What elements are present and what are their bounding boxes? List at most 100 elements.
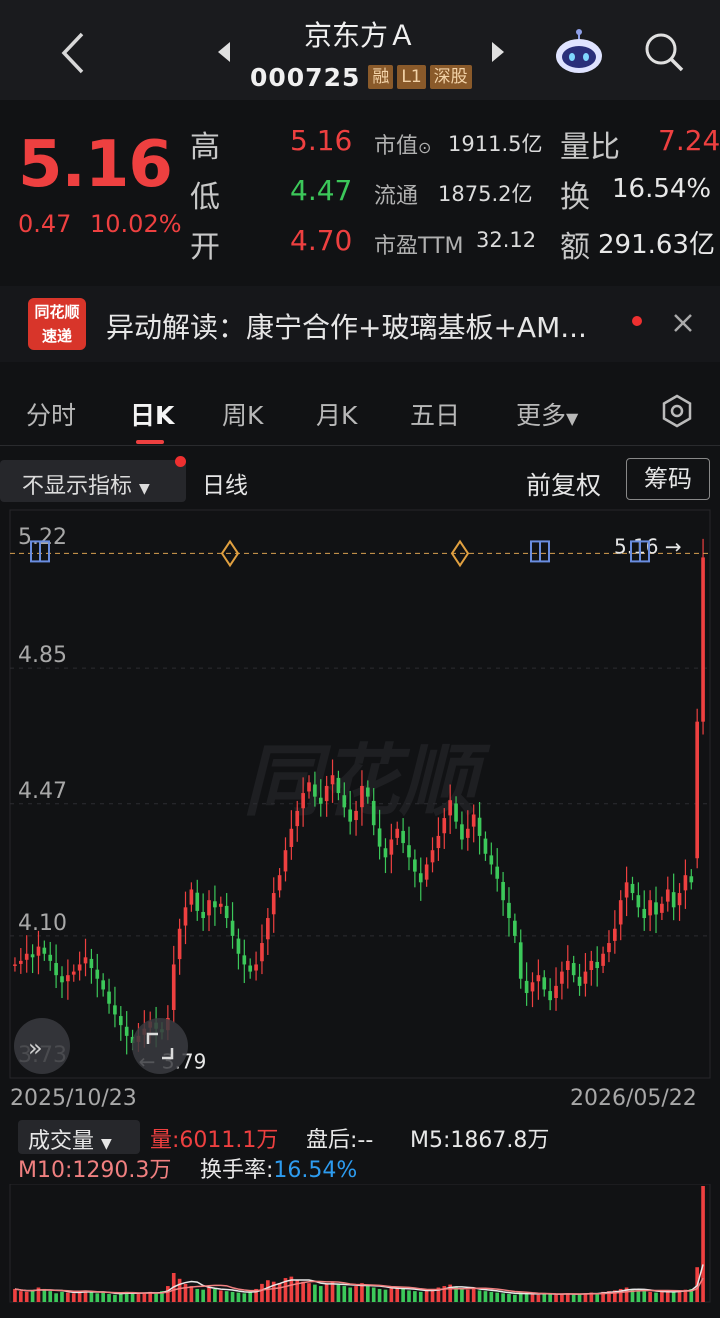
tab-daily-k[interactable]: 日K: [130, 396, 174, 432]
indicator-dropdown[interactable]: 不显示指标 ▼: [0, 460, 186, 502]
high-label: 高: [190, 130, 220, 165]
next-stock-icon[interactable]: [488, 40, 508, 64]
candle-body: [307, 782, 311, 792]
candle-body: [530, 982, 535, 992]
candle-body: [642, 908, 647, 919]
open-label: 开: [190, 230, 220, 265]
volume-bar: [654, 1292, 658, 1302]
volume-bar: [266, 1280, 270, 1302]
candle-body: [283, 850, 288, 872]
candle-body: [36, 946, 41, 956]
volume-value: 量:6011.1万: [150, 1122, 278, 1154]
adjust-button[interactable]: 前复权: [526, 466, 601, 502]
candle-body: [30, 954, 35, 958]
volume-bar: [418, 1291, 423, 1302]
volume-bar: [248, 1291, 253, 1302]
tab-five-day[interactable]: 五日: [410, 396, 460, 432]
tab-more-label: 更多: [516, 401, 567, 430]
candle-body: [701, 557, 705, 722]
last-price: 5.16: [18, 128, 173, 202]
watermark: 同花顺: [243, 737, 491, 827]
candle-body: [42, 947, 47, 954]
candle-body: [101, 980, 105, 990]
volume-bar: [30, 1290, 35, 1302]
volume-bar: [242, 1293, 247, 1302]
volume-value-label: 量:: [150, 1128, 180, 1153]
volume-bar: [377, 1288, 382, 1302]
volume-bar: [60, 1291, 64, 1302]
market-cap-label: 市值⊙: [374, 128, 431, 160]
after-hours: 盘后:--: [306, 1128, 374, 1153]
candle-body: [230, 920, 235, 936]
chips-button[interactable]: 筹码: [626, 458, 710, 500]
caret-down-icon: ▼: [101, 1136, 112, 1152]
candle-body: [189, 889, 194, 905]
candle-body: [495, 866, 500, 879]
pe-value: 32.12: [476, 228, 537, 252]
volume-dropdown[interactable]: 成交量 ▼: [18, 1120, 140, 1154]
candle-body: [648, 900, 652, 916]
volume-bar: [230, 1291, 235, 1302]
candle-body: [224, 905, 229, 919]
volume-bar: [424, 1290, 429, 1302]
volume-bar: [536, 1294, 541, 1302]
candle-body: [71, 971, 76, 975]
volume-bar: [195, 1288, 200, 1302]
volume-bar: [648, 1291, 652, 1302]
volume-bar: [107, 1294, 111, 1302]
turnover-label: 换: [560, 180, 590, 215]
candle-body: [413, 859, 417, 872]
candle-body: [354, 810, 358, 821]
back-arrow-icon[interactable]: [52, 28, 96, 78]
candle-body: [407, 845, 411, 858]
volume-bar: [277, 1283, 282, 1302]
period-label: 日线: [202, 473, 248, 499]
prev-stock-icon[interactable]: [214, 40, 234, 64]
assistant-robot-icon[interactable]: [552, 26, 606, 76]
volume-bar: [595, 1293, 600, 1302]
volume-dropdown-label: 成交量: [28, 1129, 95, 1154]
volume-bar: [342, 1286, 347, 1302]
tag-margin: 融: [368, 65, 394, 89]
candle-body: [654, 902, 658, 915]
stock-name: 京东方Ａ: [303, 19, 416, 52]
search-icon[interactable]: [642, 30, 686, 74]
tab-more[interactable]: 更多▼: [516, 396, 578, 432]
volume-bar: [560, 1294, 564, 1302]
volume-bar: [301, 1281, 305, 1302]
candle-body: [430, 850, 435, 863]
candle-body: [401, 830, 405, 844]
volume-bar: [701, 1186, 705, 1302]
candle-body: [242, 955, 247, 965]
candle-body: [289, 828, 294, 847]
kline-chart[interactable]: 同花顺5.224.854.474.103.735.16 →← 3.79»: [0, 508, 720, 1083]
turnover-rate-number: 16.54%: [273, 1158, 358, 1183]
candle-body: [454, 803, 458, 822]
ma10-line: [14, 1277, 704, 1295]
volume-bar: [260, 1283, 264, 1302]
volume-bar: [660, 1291, 664, 1302]
tab-monthly-k[interactable]: 月K: [316, 396, 357, 432]
volume-bar: [501, 1293, 505, 1302]
stock-code: 000725: [250, 62, 361, 92]
tab-weekly-k[interactable]: 周K: [222, 396, 263, 432]
candle-body: [213, 901, 217, 908]
settings-icon[interactable]: [660, 394, 694, 428]
info-icon[interactable]: ⊙: [418, 138, 431, 157]
volume-bar: [318, 1286, 323, 1302]
candle-body: [254, 964, 258, 971]
candle-body: [313, 784, 317, 797]
volume-chart[interactable]: [0, 1184, 720, 1318]
volume-bar: [513, 1294, 517, 1302]
candle-body: [377, 828, 382, 847]
tag-level: L1: [397, 65, 426, 89]
double-chevron-icon: »: [28, 1034, 43, 1062]
candle-body: [683, 875, 688, 891]
news-headline[interactable]: 异动解读：康宁合作+玻璃基板+AM...: [106, 306, 587, 346]
volume-bar: [354, 1286, 358, 1302]
close-icon[interactable]: [670, 308, 696, 336]
ma10-label: M10:: [18, 1158, 73, 1183]
tab-intraday[interactable]: 分时: [26, 396, 76, 432]
candle-body: [389, 839, 394, 855]
candle-body: [436, 835, 441, 849]
